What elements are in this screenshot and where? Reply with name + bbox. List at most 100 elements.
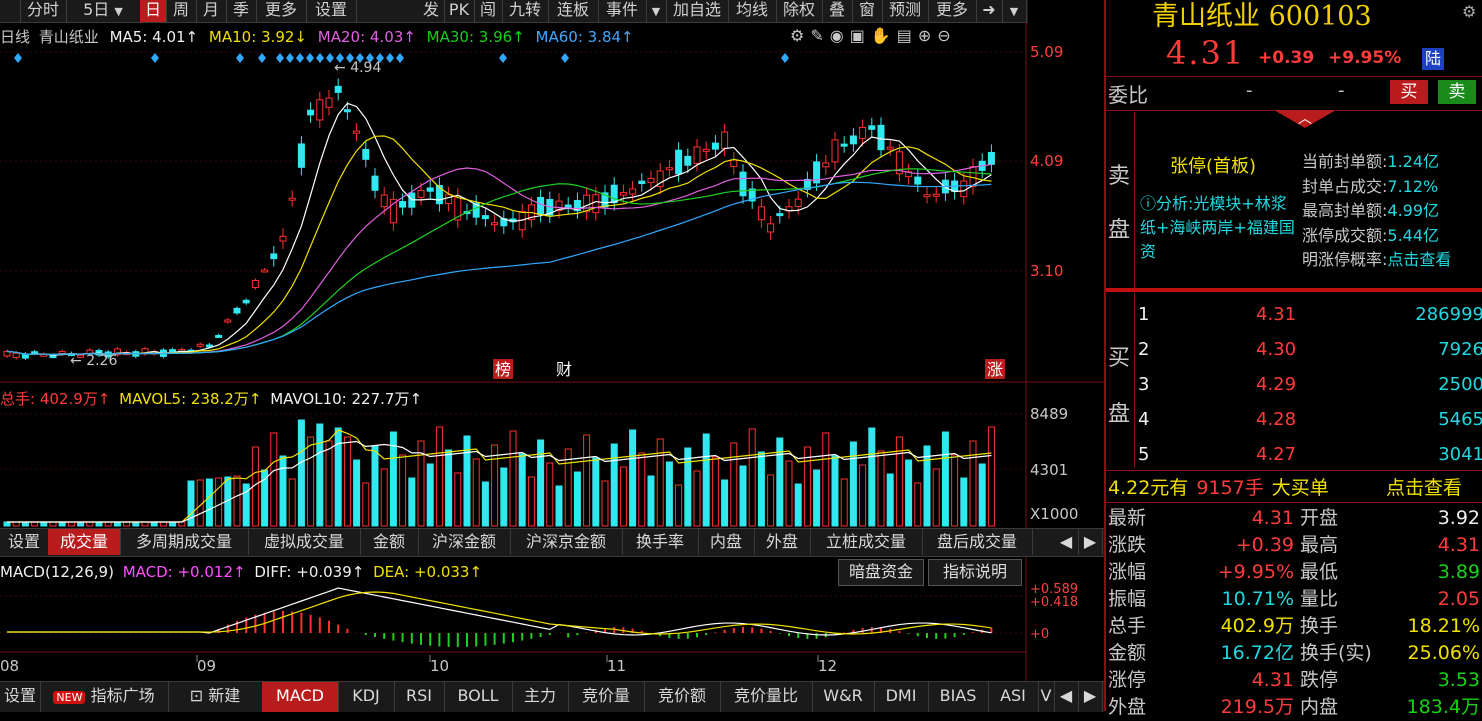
current-price: 4.31 — [1166, 34, 1246, 72]
tab-macd[interactable]: MACD — [262, 682, 339, 712]
tab-indicator-square[interactable]: NEW 指标广场 — [40, 682, 169, 712]
tab-wr[interactable]: W&R — [812, 682, 875, 712]
quote-value: 4.31 — [1437, 534, 1480, 556]
candle-body — [849, 135, 857, 145]
candle-body — [721, 131, 729, 149]
volume-bar — [730, 442, 738, 527]
indicator-help-button[interactable]: 指标说明 — [928, 559, 1022, 586]
tabs-scroll-left[interactable]: ◀ — [1054, 529, 1079, 555]
weicha-value: - — [1338, 80, 1345, 101]
candle-body — [491, 222, 499, 226]
candle-body — [932, 193, 940, 197]
tab-inner[interactable]: 内盘 — [698, 529, 755, 555]
candle-body — [12, 352, 20, 358]
candle-body — [831, 139, 839, 163]
tab-auction-volume[interactable]: 竞价量 — [568, 682, 645, 712]
quote-value: 219.5万 — [1220, 696, 1294, 718]
candle-body — [665, 167, 673, 171]
tab-dmi[interactable]: DMI — [874, 682, 929, 712]
volume-bar — [969, 440, 977, 527]
tag-cai[interactable]: 财 — [556, 360, 572, 379]
candle-body — [923, 194, 931, 198]
tab-v[interactable]: V — [1038, 682, 1055, 712]
tab-multi-period-volume[interactable]: 多周期成交量 — [120, 529, 249, 555]
candle-body — [776, 213, 784, 217]
big-order-link[interactable]: 点击查看 — [1386, 473, 1462, 500]
volume-total-value: 总手: 402.9万↑ — [0, 390, 111, 408]
bid-row[interactable]: 1 4.31 286999 — [1138, 297, 1482, 332]
bid-row[interactable]: 3 4.29 2500 — [1138, 367, 1482, 402]
volume-bar — [941, 431, 949, 527]
volume-bar — [877, 450, 885, 527]
volume-bar — [316, 423, 324, 527]
volume-bar — [555, 485, 563, 527]
volume-bar — [665, 461, 673, 527]
tab-turnover[interactable]: 换手率 — [622, 529, 699, 555]
tab-asi[interactable]: ASI — [988, 682, 1039, 712]
tab-boll[interactable]: BOLL — [444, 682, 513, 712]
tab-virtual-volume[interactable]: 虚拟成交量 — [248, 529, 361, 555]
bottom-scroll-right[interactable]: ▶ — [1078, 682, 1103, 712]
limit-up-analysis[interactable]: ⓘ分析:光模块+林浆纸+海峡两岸+福建国资 — [1140, 192, 1302, 264]
settings-icon[interactable]: ⚙ — [1462, 2, 1476, 21]
price-change: +0.39 — [1258, 48, 1315, 68]
quote-key: 最低 — [1300, 561, 1339, 583]
bid-row[interactable]: 5 4.27 3041 — [1138, 437, 1482, 472]
tab-rsi[interactable]: RSI — [394, 682, 445, 712]
tabs-scroll-right[interactable]: ▶ — [1078, 529, 1103, 555]
tab-kdj[interactable]: KDJ — [338, 682, 395, 712]
big-order-row[interactable]: 4.22元有 9157手 大买单 — [1108, 473, 1329, 500]
volume-bar — [343, 436, 351, 527]
signal-marker — [258, 53, 266, 63]
volume-bar — [380, 468, 388, 527]
tab-amount[interactable]: 金额 — [360, 529, 419, 555]
tab-outer[interactable]: 外盘 — [754, 529, 811, 555]
candle-body — [481, 215, 489, 220]
candle-body — [417, 190, 425, 198]
tab-afterhours-volume[interactable]: 盘后成交量 — [922, 529, 1033, 555]
volume-bar — [803, 446, 811, 527]
quote-row: 外盘 219.5万 内盘 183.4万 — [1108, 694, 1482, 721]
bottom-indicator-tabs: 设置 NEW 指标广场 ⊡ 新建 MACD KDJ RSI BOLL 主力 竞价… — [0, 681, 1104, 712]
tag-bang[interactable]: 榜 — [495, 360, 511, 379]
signal-marker — [14, 53, 22, 63]
volume-bar — [951, 454, 959, 527]
dark-pool-button[interactable]: 暗盘资金 — [838, 559, 924, 586]
mavol5-value: MAVOL5: 238.2万↑ — [119, 390, 262, 408]
tab-bottom-settings[interactable]: 设置 — [0, 682, 41, 712]
macd-value: MACD: +0.012↑ — [122, 563, 246, 581]
volume-bar — [564, 448, 572, 527]
tab-auction-amount[interactable]: 竞价额 — [644, 682, 721, 712]
sell-button[interactable]: 卖 — [1438, 80, 1476, 104]
volume-bar — [960, 477, 968, 527]
candle-body — [647, 177, 655, 184]
chart-canvas: 5.09 4.09 3.10 ← 4.94 ← 2.26 榜 财 涨 8489 … — [0, 22, 1104, 681]
chevron-up-icon[interactable]: ︿ — [1298, 108, 1312, 128]
bid-row[interactable]: 4 4.28 5465 — [1138, 402, 1482, 437]
tab-volume[interactable]: 成交量 — [48, 529, 121, 555]
tab-main-force[interactable]: 主力 — [512, 682, 569, 712]
candle-body — [859, 126, 867, 140]
tab-volume-settings[interactable]: 设置 — [0, 529, 49, 555]
tab-hsj-amount[interactable]: 沪深京金额 — [510, 529, 623, 555]
tab-bias[interactable]: BIAS — [928, 682, 989, 712]
dea-line — [7, 591, 992, 635]
bottom-scroll-left[interactable]: ◀ — [1054, 682, 1079, 712]
signal-marker — [396, 53, 404, 63]
bid-row[interactable]: 2 4.30 7926 — [1138, 332, 1482, 367]
buy-button[interactable]: 买 — [1390, 80, 1428, 104]
tab-pile-volume[interactable]: 立桩成交量 — [810, 529, 923, 555]
quote-row: 最新 4.31 开盘 3.92 — [1108, 505, 1482, 532]
tab-auction-ratio[interactable]: 竞价量比 — [720, 682, 813, 712]
stat-row[interactable]: 明涨停概率:点击查看 — [1302, 248, 1451, 273]
volume-bar — [794, 483, 802, 527]
quote-key: 换手(实) — [1300, 642, 1372, 664]
month-label: 09 — [197, 657, 216, 675]
tab-hs-amount[interactable]: 沪深金额 — [418, 529, 511, 555]
tab-new[interactable]: ⊡ 新建 — [168, 682, 263, 712]
quote-key: 最新 — [1108, 507, 1147, 529]
quote-row: 涨停 4.31 跌停 3.53 — [1108, 667, 1482, 694]
candle-body — [297, 143, 305, 168]
quote-value: 18.21% — [1407, 615, 1480, 637]
tag-zhang[interactable]: 涨 — [987, 360, 1003, 379]
